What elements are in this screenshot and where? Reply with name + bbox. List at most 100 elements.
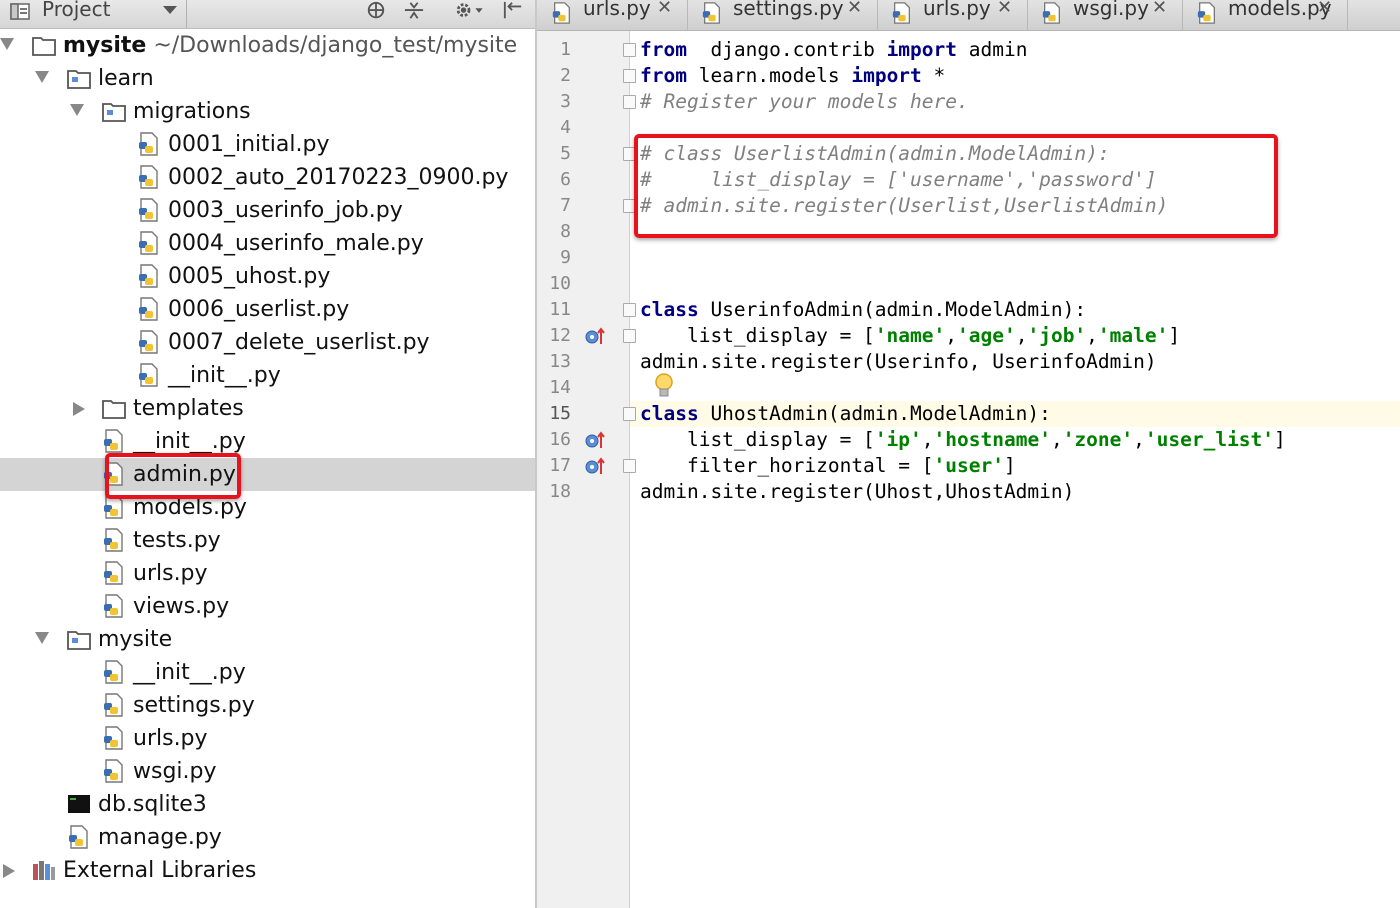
- tree-node-name: db.sqlite3: [98, 792, 207, 817]
- fold-marker-icon[interactable]: [623, 95, 636, 109]
- tree-row[interactable]: mysite: [0, 623, 536, 656]
- editor-tab[interactable]: settings.py ✕: [687, 0, 878, 30]
- close-icon[interactable]: ✕: [1317, 0, 1332, 18]
- tree-row[interactable]: wsgi.py: [0, 755, 536, 788]
- fold-marker-icon[interactable]: [623, 407, 636, 421]
- code-line: list_display = ['name','age','job','male…: [640, 323, 1180, 349]
- module-folder-icon: [67, 627, 91, 651]
- tree-row[interactable]: External Libraries: [0, 854, 536, 887]
- override-marker-icon[interactable]: [584, 430, 606, 450]
- tree-node-name: 0001_initial.py: [168, 132, 330, 157]
- expand-arrow-icon[interactable]: [0, 38, 14, 50]
- tree-row[interactable]: tests.py: [0, 524, 536, 557]
- tree-row[interactable]: views.py: [0, 590, 536, 623]
- tree-row[interactable]: 0001_initial.py: [0, 128, 536, 161]
- fold-marker-icon[interactable]: [623, 329, 636, 343]
- tree-row[interactable]: __init__.py: [0, 425, 536, 458]
- tree-row[interactable]: 0005_uhost.py: [0, 260, 536, 293]
- python-file-icon: [102, 759, 126, 783]
- code-line: admin.site.register(Uhost,UhostAdmin): [640, 479, 1074, 505]
- close-icon[interactable]: ✕: [1152, 0, 1167, 18]
- tree-node-label: templates: [133, 392, 244, 425]
- collapse-all-icon[interactable]: [402, 1, 426, 21]
- hide-panel-icon[interactable]: [500, 1, 526, 21]
- code-text: ,: [1086, 324, 1098, 347]
- tree-node-label: External Libraries: [63, 854, 256, 887]
- close-icon[interactable]: ✕: [657, 0, 672, 18]
- tree-row[interactable]: urls.py: [0, 722, 536, 755]
- tree-row[interactable]: __init__.py: [0, 656, 536, 689]
- tree-node-label: 0007_delete_userlist.py: [168, 326, 430, 359]
- expand-arrow-icon[interactable]: [35, 632, 49, 644]
- code-line: admin.site.register(Userinfo, UserinfoAd…: [640, 349, 1157, 375]
- tree-row[interactable]: models.py: [0, 491, 536, 524]
- editor-tab[interactable]: urls.py ✕: [537, 0, 688, 30]
- tree-row[interactable]: 0007_delete_userlist.py: [0, 326, 536, 359]
- tree-row[interactable]: templates: [0, 392, 536, 425]
- fold-marker-icon[interactable]: [623, 303, 636, 317]
- python-file-icon: [102, 561, 126, 585]
- tab-label: settings.py: [733, 0, 844, 20]
- python-file-icon: [1196, 2, 1218, 24]
- tree-row[interactable]: migrations: [0, 95, 536, 128]
- tree-node-label: views.py: [133, 590, 229, 623]
- project-view-selector[interactable]: Project: [42, 0, 110, 21]
- code-keyword: from: [640, 64, 687, 87]
- code-keyword: class: [640, 402, 699, 425]
- code-text: ,: [1050, 428, 1063, 451]
- line-number: 18: [549, 481, 571, 502]
- fold-marker-icon[interactable]: [623, 69, 636, 83]
- tree-node-label: db.sqlite3: [98, 788, 207, 821]
- tree-row[interactable]: manage.py: [0, 821, 536, 854]
- expand-arrow-icon[interactable]: [35, 71, 49, 83]
- code-text: ,: [1133, 428, 1145, 451]
- close-icon[interactable]: ✕: [997, 0, 1012, 18]
- code-text: ]: [1003, 454, 1016, 477]
- lightbulb-icon[interactable]: [654, 372, 674, 400]
- tree-node-label: migrations: [133, 95, 251, 128]
- tree-row[interactable]: admin.py: [0, 458, 536, 491]
- line-number: 14: [549, 377, 571, 398]
- target-icon[interactable]: [364, 1, 388, 21]
- collapse-arrow-icon[interactable]: [73, 402, 85, 416]
- fold-marker-icon[interactable]: [623, 459, 636, 473]
- tree-node-name: __init__.py: [133, 660, 246, 685]
- gear-icon[interactable]: [452, 1, 486, 21]
- tree-node-name: wsgi.py: [133, 759, 217, 784]
- tree-row[interactable]: 0003_userinfo_job.py: [0, 194, 536, 227]
- python-file-icon: [701, 2, 723, 24]
- override-marker-icon[interactable]: [584, 326, 606, 346]
- expand-arrow-icon[interactable]: [70, 104, 84, 116]
- tree-row[interactable]: settings.py: [0, 689, 536, 722]
- code-keyword: from: [640, 38, 687, 61]
- module-folder-icon: [67, 66, 91, 90]
- tree-row[interactable]: __init__.py: [0, 359, 536, 392]
- tree-row[interactable]: 0002_auto_20170223_0900.py: [0, 161, 536, 194]
- tree-row[interactable]: db.sqlite3: [0, 788, 536, 821]
- tree-row[interactable]: learn: [0, 62, 536, 95]
- tree-row[interactable]: 0004_userinfo_male.py: [0, 227, 536, 260]
- python-file-icon: [102, 660, 126, 684]
- module-folder-icon: [102, 99, 126, 123]
- library-icon: [32, 858, 56, 882]
- code-string: 'ip': [874, 428, 922, 451]
- python-file-icon: [137, 198, 161, 222]
- override-marker-icon[interactable]: [584, 456, 606, 476]
- chevron-down-icon[interactable]: [163, 6, 177, 14]
- tree-node-name: views.py: [133, 594, 230, 619]
- line-number: 1: [560, 39, 571, 60]
- close-icon[interactable]: ✕: [847, 0, 862, 18]
- tree-row[interactable]: mysite ~/Downloads/django_test/mysite: [0, 29, 536, 62]
- editor-tab[interactable]: models.py ✕: [1182, 0, 1348, 30]
- project-view-icon[interactable]: [10, 1, 36, 21]
- editor-tab[interactable]: urls.py ✕: [877, 0, 1028, 30]
- editor-tab[interactable]: wsgi.py ✕: [1027, 0, 1183, 30]
- code-text: ,: [921, 428, 934, 451]
- tree-row[interactable]: 0006_userlist.py: [0, 293, 536, 326]
- tree-row[interactable]: urls.py: [0, 557, 536, 590]
- code-line: class UserinfoAdmin(admin.ModelAdmin):: [640, 297, 1086, 323]
- fold-marker-icon[interactable]: [623, 43, 636, 57]
- annotation-highlight-box: [105, 453, 241, 499]
- code-string: 'user': [933, 454, 1004, 477]
- collapse-arrow-icon[interactable]: [3, 864, 15, 878]
